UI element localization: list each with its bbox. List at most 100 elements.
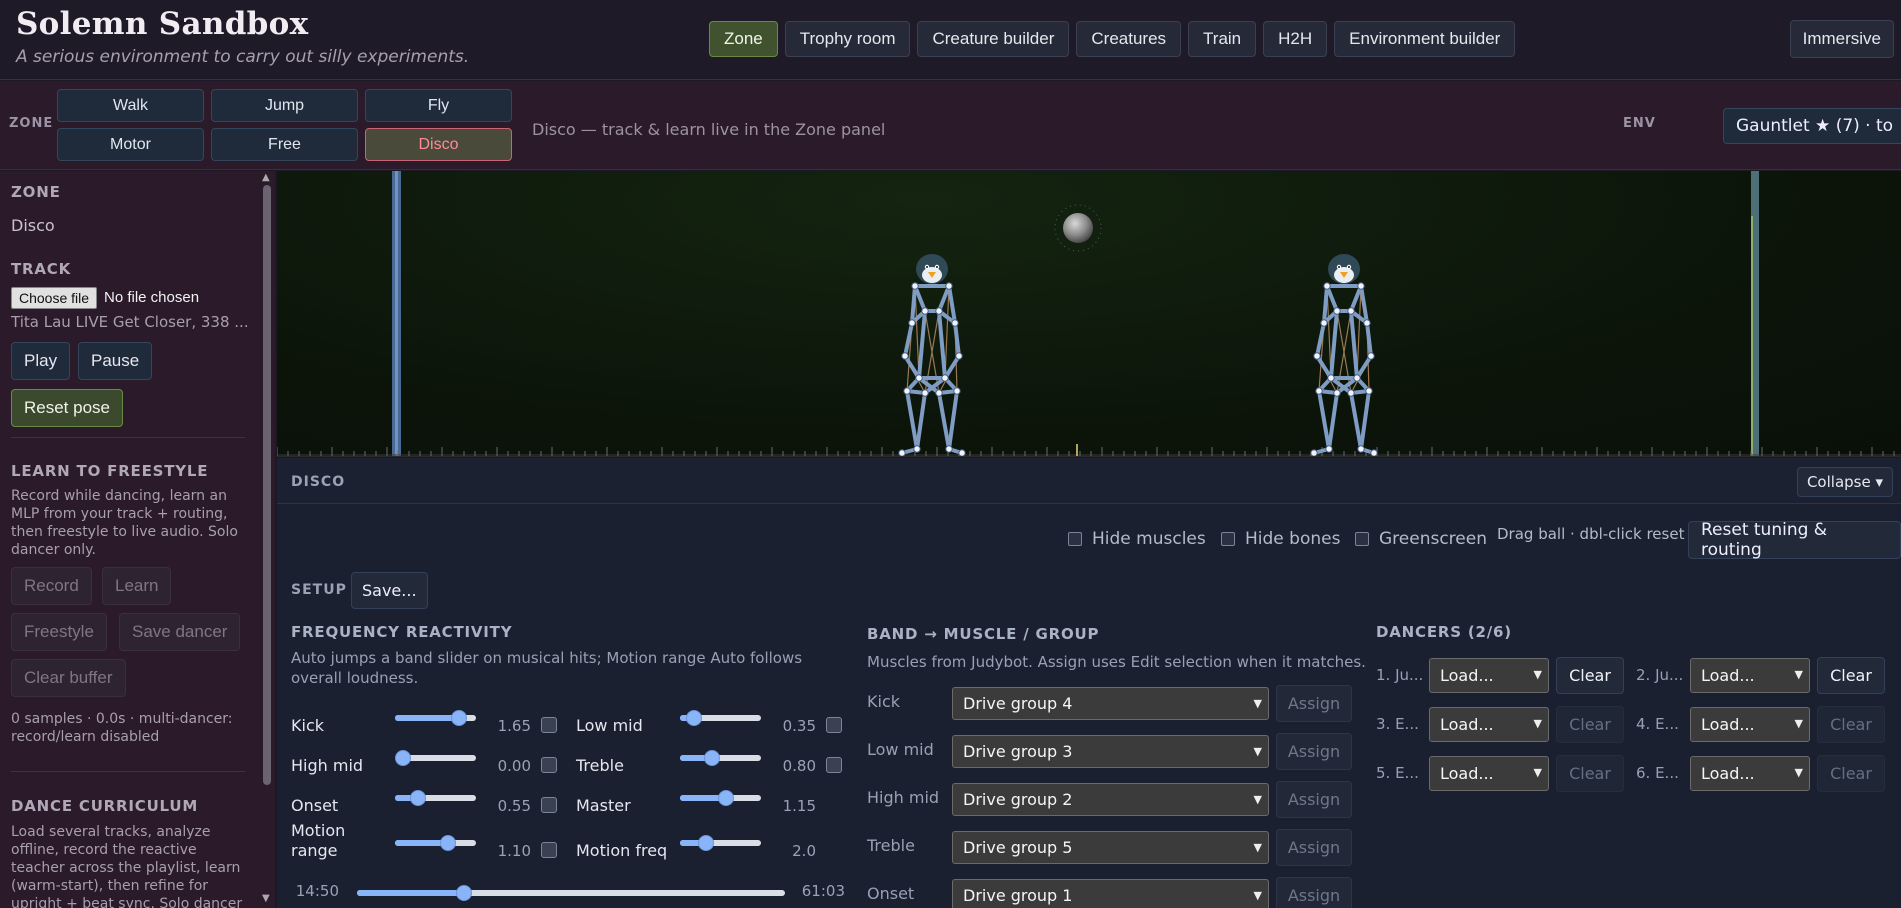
dancer-clear-button[interactable]: Clear <box>1556 657 1624 694</box>
band-group-select[interactable]: Drive group 4 ▼ <box>952 687 1269 720</box>
slider-knob[interactable] <box>718 790 735 806</box>
dancer-clear-button[interactable]: Clear <box>1817 657 1885 694</box>
immersive-button[interactable]: Immersive <box>1789 20 1894 58</box>
hide-muscles-checkbox[interactable]: Hide muscles <box>1068 529 1206 549</box>
reset-pose-button[interactable]: Reset pose <box>11 389 123 427</box>
checkbox-box[interactable] <box>1221 532 1235 546</box>
slider-knob[interactable] <box>685 710 702 726</box>
lowmid-auto-checkbox[interactable] <box>826 717 842 733</box>
slider-knob[interactable] <box>704 750 721 766</box>
tab-zone[interactable]: Zone <box>709 21 778 57</box>
mode-walk-button[interactable]: Walk <box>57 89 204 122</box>
checkbox-box[interactable] <box>1355 532 1369 546</box>
slider-knob[interactable] <box>409 790 426 806</box>
highmid-slider[interactable] <box>395 750 476 766</box>
slider-fill <box>357 890 464 896</box>
motionrange-auto-checkbox[interactable] <box>541 842 557 858</box>
tab-train[interactable]: Train <box>1188 21 1257 57</box>
onset-auto-checkbox[interactable] <box>541 797 557 813</box>
onset-label: Onset <box>291 796 339 815</box>
bone-line <box>903 354 921 380</box>
dancer-clear-button[interactable]: Clear <box>1556 706 1624 743</box>
master-slider[interactable] <box>680 790 761 806</box>
tab-environment-builder[interactable]: Environment builder <box>1334 21 1516 57</box>
play-button[interactable]: Play <box>11 342 71 380</box>
tab-creatures[interactable]: Creatures <box>1076 21 1182 57</box>
dancer-load-select[interactable]: Load... ▼ <box>1429 756 1549 791</box>
slider-knob[interactable] <box>697 835 714 851</box>
save-dancer-button[interactable]: Save dancer <box>119 613 241 651</box>
reset-tuning-button[interactable]: Reset tuning & routing <box>1688 520 1901 560</box>
scrollbar-thumb[interactable] <box>263 185 271 785</box>
motionfreq-slider[interactable] <box>680 835 761 851</box>
lowmid-slider[interactable] <box>680 710 761 726</box>
dancer-clear-button[interactable]: Clear <box>1817 755 1885 792</box>
joint-dot <box>1323 282 1331 290</box>
greenscreen-checkbox[interactable]: Greenscreen <box>1355 529 1487 549</box>
disco-panel: DISCO Collapse ▾ Hide muscles Hide bones… <box>277 458 1901 908</box>
onset-slider[interactable] <box>395 790 476 806</box>
dancer-load-select[interactable]: Load... ▼ <box>1690 707 1810 742</box>
assign-button[interactable]: Assign <box>1276 877 1352 908</box>
clear-buffer-button[interactable]: Clear buffer <box>11 659 126 697</box>
motionrange-slider[interactable] <box>395 835 476 851</box>
sidebar-scrollbar[interactable]: ▲ ▼ <box>259 171 275 908</box>
freestyle-button[interactable]: Freestyle <box>11 613 107 651</box>
disco-stage[interactable] <box>277 171 1901 457</box>
slider-knob[interactable] <box>395 750 411 766</box>
scroll-down-icon[interactable]: ▼ <box>262 893 270 904</box>
dancer-load-select[interactable]: Load... ▼ <box>1429 707 1549 742</box>
joint-dot <box>903 387 911 395</box>
assign-button[interactable]: Assign <box>1276 781 1352 818</box>
mode-motor-button[interactable]: Motor <box>57 128 204 161</box>
dancer-load-select[interactable]: Load... ▼ <box>1429 658 1549 693</box>
joint-dot <box>935 307 943 315</box>
choose-file-button[interactable]: Choose file <box>11 287 98 309</box>
band-group-select[interactable]: Drive group 1 ▼ <box>952 879 1269 908</box>
band-group-select[interactable]: Drive group 2 ▼ <box>952 783 1269 816</box>
chevron-down-icon: ▼ <box>1533 766 1542 779</box>
pause-button[interactable]: Pause <box>78 342 153 380</box>
band-group-select[interactable]: Drive group 5 ▼ <box>952 831 1269 864</box>
tab-creature-builder[interactable]: Creature builder <box>917 21 1070 57</box>
slider-knob[interactable] <box>456 885 472 901</box>
track-position-slider[interactable] <box>357 885 785 901</box>
joint-dot <box>898 449 906 456</box>
env-select[interactable]: Gauntlet ★ (7) · to <box>1723 108 1901 144</box>
assign-button[interactable]: Assign <box>1276 829 1352 866</box>
env-select-value: Gauntlet ★ (7) · to <box>1736 116 1894 136</box>
mode-free-button[interactable]: Free <box>211 128 358 161</box>
assign-button[interactable]: Assign <box>1276 733 1352 770</box>
bone-line <box>1329 309 1339 380</box>
mode-fly-button[interactable]: Fly <box>365 89 512 122</box>
bone-line <box>1349 309 1359 380</box>
hide-bones-checkbox[interactable]: Hide bones <box>1221 529 1340 549</box>
save-button[interactable]: Save... <box>351 572 428 609</box>
kick-slider[interactable] <box>395 710 476 726</box>
dancer-load-select[interactable]: Load... ▼ <box>1690 658 1810 693</box>
file-status: No file chosen <box>104 289 200 306</box>
dancer-load-value: Load... <box>1440 715 1494 734</box>
assign-button[interactable]: Assign <box>1276 685 1352 722</box>
kick-auto-checkbox[interactable] <box>541 717 557 733</box>
band-group-select[interactable]: Drive group 3 ▼ <box>952 735 1269 768</box>
scroll-up-icon[interactable]: ▲ <box>262 172 270 183</box>
dancer-clear-button[interactable]: Clear <box>1556 755 1624 792</box>
tab-trophy-room[interactable]: Trophy room <box>784 21 911 57</box>
learn-button[interactable]: Learn <box>102 567 172 605</box>
joint-dot <box>935 389 943 397</box>
tab-h2h[interactable]: H2H <box>1263 21 1328 57</box>
checkbox-box[interactable] <box>1068 532 1082 546</box>
mode-jump-button[interactable]: Jump <box>211 89 358 122</box>
collapse-button[interactable]: Collapse ▾ <box>1796 467 1893 497</box>
mode-disco-button[interactable]: Disco <box>365 128 512 161</box>
slider-knob[interactable] <box>450 710 467 726</box>
highmid-auto-checkbox[interactable] <box>541 757 557 773</box>
slider-knob[interactable] <box>440 835 457 851</box>
dancer-load-select[interactable]: Load... ▼ <box>1690 756 1810 791</box>
treble-slider[interactable] <box>680 750 761 766</box>
record-button[interactable]: Record <box>11 567 92 605</box>
dancer-clear-button[interactable]: Clear <box>1817 706 1885 743</box>
joint-dot <box>945 282 953 290</box>
treble-auto-checkbox[interactable] <box>826 757 842 773</box>
